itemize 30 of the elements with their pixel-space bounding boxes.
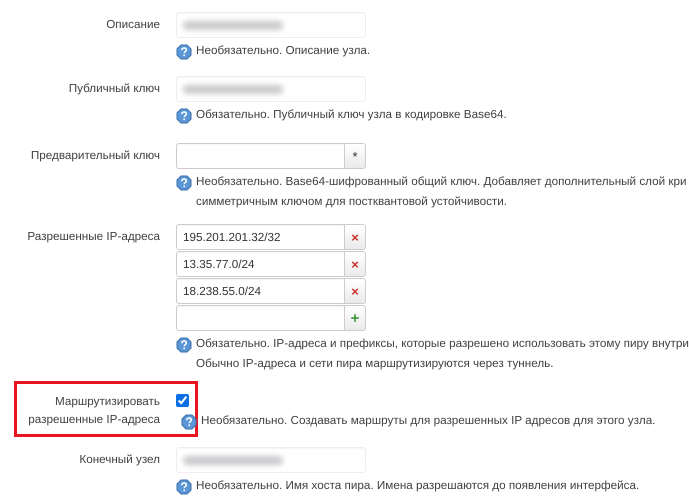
input-field[interactable]: 195.201.201.32/32 <box>176 224 345 250</box>
field-label: Маршрутизировать разрешенные IP-адреса <box>27 394 161 428</box>
help-text: Необязательно. Имя хоста пира. Имена разрешаются до появления интерфейса. <box>196 478 640 494</box>
help-text: Необязательно. Описание узла. <box>196 43 370 59</box>
field-label: Предварительный ключ <box>30 148 161 164</box>
remove-button[interactable]: × <box>345 278 366 304</box>
help-icon <box>176 337 192 353</box>
remove-button[interactable]: × <box>345 251 366 277</box>
field-label: Публичный ключ <box>68 81 161 97</box>
input-field[interactable]: 18.238.55.0/24 <box>176 278 345 304</box>
remove-button[interactable]: × <box>345 224 366 250</box>
help-text: Обязательно. IP-адреса и префиксы, которые разрешено использовать этому пиру внутри <box>196 336 689 352</box>
help-text: Обычно IP-адреса и сети пира маршрутизируются через туннель. <box>196 356 554 372</box>
password-field[interactable] <box>176 143 345 169</box>
help-text: Обязательно. Публичный ключ узла в кодировке Base64. <box>196 107 507 123</box>
help-icon <box>176 175 192 191</box>
input-field[interactable]: 13.35.77.0/24 <box>176 251 345 277</box>
input-field[interactable] <box>176 305 345 331</box>
checkbox[interactable] <box>176 394 189 407</box>
help-icon <box>181 414 197 430</box>
field-label: Описание <box>105 17 161 33</box>
field-label: Конечный узел <box>78 452 161 468</box>
help-text: Необязательно. Создавать маршруты для разрешенных IP адресов для этого узла. <box>201 413 656 429</box>
help-text: Необязательно. Base64-шифрованный общий ключ. Добавляет дополнительный слой кри <box>196 174 687 190</box>
help-icon <box>176 44 192 60</box>
help-text: симметричным ключом для постквантовой устойчивости. <box>196 194 508 210</box>
field-label: Разрешенные IP-адреса <box>26 229 161 245</box>
reveal-button[interactable]: * <box>345 143 366 169</box>
help-icon <box>176 108 192 124</box>
help-icon <box>176 479 192 495</box>
